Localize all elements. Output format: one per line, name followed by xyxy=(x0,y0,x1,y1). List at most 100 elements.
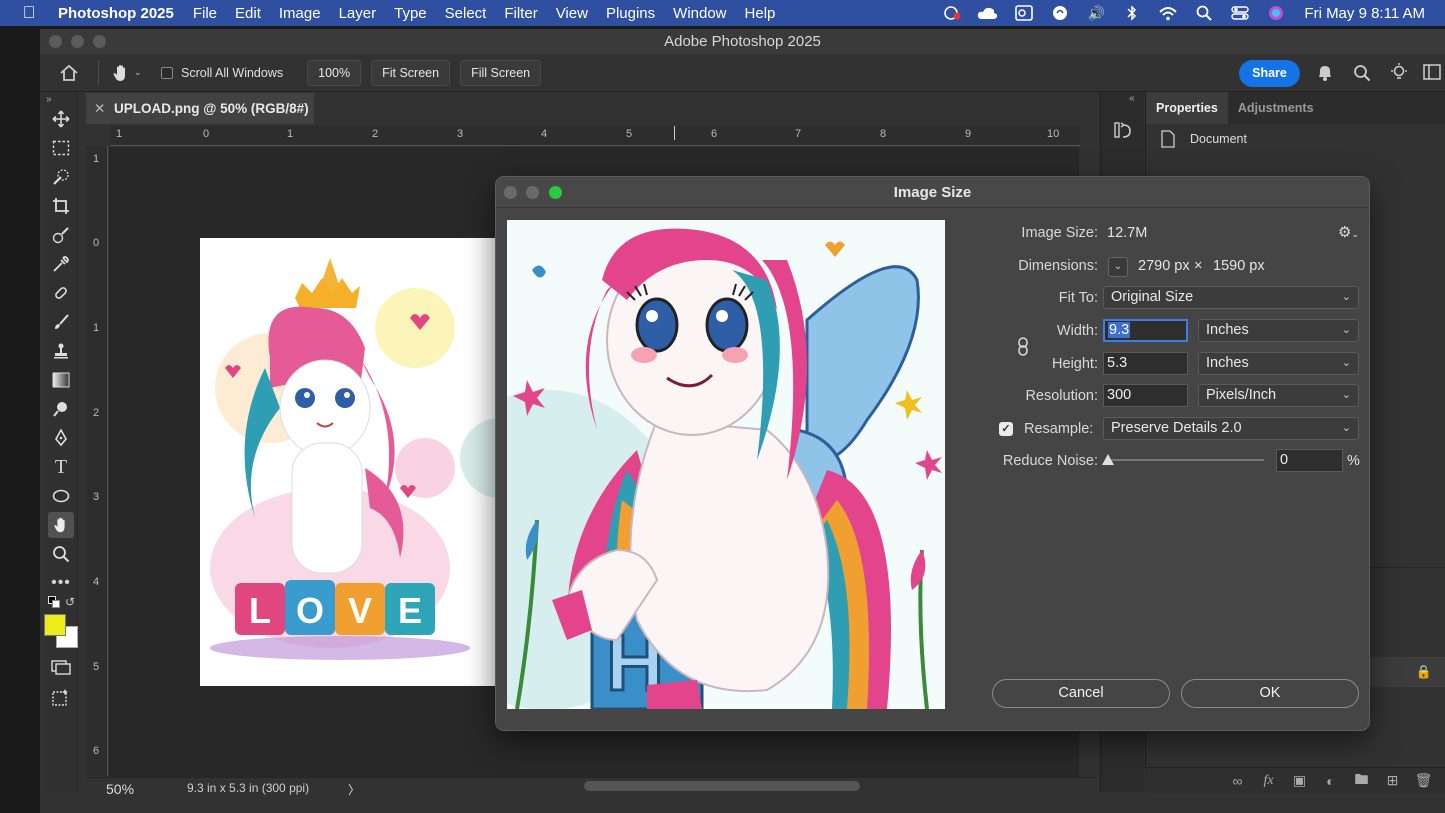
control-center-icon[interactable] xyxy=(1229,5,1251,21)
status-zoom[interactable]: 50% xyxy=(106,781,134,797)
marquee-tool-icon[interactable] xyxy=(48,135,74,161)
dodge-tool-icon[interactable] xyxy=(48,396,74,422)
dialog-close-button[interactable] xyxy=(504,186,517,199)
cancel-button[interactable]: Cancel xyxy=(992,679,1170,708)
spotlight-search-icon[interactable] xyxy=(1193,5,1215,21)
bell-icon[interactable] xyxy=(1316,63,1334,85)
clone-stamp-tool-icon[interactable] xyxy=(48,338,74,364)
type-tool-icon[interactable]: T xyxy=(48,454,74,480)
dimensions-units-dropdown[interactable]: ⌄ xyxy=(1108,257,1128,277)
sync-icon[interactable] xyxy=(1049,5,1071,21)
reduce-noise-input[interactable]: 0 xyxy=(1276,449,1343,472)
icloud-icon[interactable] xyxy=(977,5,999,21)
menu-window[interactable]: Window xyxy=(664,5,735,22)
window-zoom-button[interactable] xyxy=(93,35,106,48)
adjustment-layer-icon[interactable]: ◐ xyxy=(1315,773,1346,789)
default-colors-icon[interactable] xyxy=(48,596,60,608)
gradient-tool-icon[interactable] xyxy=(48,367,74,393)
more-tools-icon[interactable]: ••• xyxy=(48,570,74,596)
share-button[interactable]: Share xyxy=(1239,60,1300,87)
generative-fill-icon[interactable] xyxy=(48,684,74,710)
menu-help[interactable]: Help xyxy=(736,5,785,22)
reduce-noise-slider-thumb[interactable] xyxy=(1102,454,1114,465)
collapse-panels-icon[interactable]: « xyxy=(1129,93,1135,104)
zoom-tool-icon[interactable] xyxy=(48,541,74,567)
gear-icon[interactable]: ⚙⌄ xyxy=(1338,223,1359,241)
history-panel-icon[interactable] xyxy=(1113,120,1133,143)
outlook-icon[interactable] xyxy=(1013,5,1035,21)
new-group-icon[interactable]: 🖿 xyxy=(1346,769,1377,793)
constrain-proportions-link-icon[interactable] xyxy=(1016,337,1030,357)
close-document-icon[interactable]: ✕ xyxy=(94,93,105,124)
chevron-down-icon[interactable]: ⌄ xyxy=(134,67,142,78)
fill-screen-button[interactable]: Fill Screen xyxy=(460,59,542,86)
workspace-panel-icon[interactable] xyxy=(1423,64,1441,83)
width-unit-select[interactable]: Inches ⌄ xyxy=(1198,319,1359,342)
tab-properties[interactable]: Properties xyxy=(1146,92,1228,124)
hand-tool-icon[interactable] xyxy=(48,512,74,538)
horizontal-scrollbar[interactable] xyxy=(584,781,860,791)
new-layer-icon[interactable]: ⊞ xyxy=(1377,772,1408,789)
brush-tool-icon[interactable] xyxy=(48,309,74,335)
object-selection-tool-icon[interactable] xyxy=(48,222,74,248)
reduce-noise-slider-track[interactable] xyxy=(1108,459,1264,461)
fx-icon[interactable]: fx xyxy=(1253,773,1284,789)
menu-app-name[interactable]: Photoshop 2025 xyxy=(58,5,184,22)
hand-tool-preset-icon[interactable]: ⌄ xyxy=(111,63,151,83)
tab-adjustments[interactable]: Adjustments xyxy=(1228,92,1324,124)
bluetooth-icon[interactable] xyxy=(1121,5,1143,21)
image-preview[interactable]: H xyxy=(507,220,945,709)
link-layers-icon[interactable]: ∞ xyxy=(1222,773,1253,789)
dialog-minimize-button[interactable] xyxy=(526,186,539,199)
menu-file[interactable]: File xyxy=(184,5,226,22)
resolution-input[interactable]: 300 xyxy=(1103,384,1188,407)
creative-cloud-icon[interactable] xyxy=(941,5,963,21)
width-input[interactable]: 9.3 xyxy=(1103,319,1188,342)
screen-mode-icon[interactable] xyxy=(48,654,74,680)
expand-panel-icon[interactable]: » xyxy=(46,94,52,105)
eyedropper-tool-icon[interactable] xyxy=(48,251,74,277)
menu-clock[interactable]: Fri May 9 8:11 AM xyxy=(1294,5,1445,22)
fit-to-select[interactable]: Original Size ⌄ xyxy=(1103,286,1359,309)
move-tool-icon[interactable] xyxy=(48,106,74,132)
apple-icon[interactable]:  xyxy=(0,3,58,23)
swap-colors-icon[interactable]: ↺ xyxy=(65,595,75,609)
home-icon[interactable] xyxy=(40,64,98,82)
menu-layer[interactable]: Layer xyxy=(330,5,386,22)
healing-brush-tool-icon[interactable] xyxy=(48,280,74,306)
wifi-icon[interactable] xyxy=(1157,5,1179,21)
siri-icon[interactable] xyxy=(1265,5,1287,21)
search-icon[interactable] xyxy=(1353,64,1371,85)
ok-button[interactable]: OK xyxy=(1181,679,1359,708)
foreground-color-swatch[interactable] xyxy=(44,614,66,636)
ellipse-tool-icon[interactable] xyxy=(48,483,74,509)
crop-tool-icon[interactable] xyxy=(48,193,74,219)
menu-type[interactable]: Type xyxy=(385,5,436,22)
pen-tool-icon[interactable] xyxy=(48,425,74,451)
zoom-100-button[interactable]: 100% xyxy=(307,59,362,86)
status-menu-chevron-icon[interactable]: 〉 xyxy=(348,781,360,798)
menu-image[interactable]: Image xyxy=(270,5,330,22)
menu-select[interactable]: Select xyxy=(436,5,496,22)
resample-method-select[interactable]: Preserve Details 2.0 ⌄ xyxy=(1103,417,1359,440)
discover-lightbulb-icon[interactable] xyxy=(1389,62,1409,85)
delete-layer-icon[interactable]: 🗑 xyxy=(1408,772,1439,789)
volume-icon[interactable]: 🔊 xyxy=(1085,5,1107,21)
resample-checkbox[interactable]: ✓ xyxy=(999,422,1013,436)
height-input[interactable]: 5.3 xyxy=(1103,352,1188,375)
menu-filter[interactable]: Filter xyxy=(495,5,546,22)
height-unit-select[interactable]: Inches ⌄ xyxy=(1198,352,1359,375)
menu-view[interactable]: View xyxy=(547,5,597,22)
fit-screen-button[interactable]: Fit Screen xyxy=(371,59,451,86)
document-tab[interactable]: ✕ UPLOAD.png @ 50% (RGB/8#) xyxy=(86,93,314,124)
window-close-button[interactable] xyxy=(49,35,62,48)
resolution-unit-select[interactable]: Pixels/Inch ⌄ xyxy=(1198,384,1359,407)
add-mask-icon[interactable]: ▣ xyxy=(1284,772,1315,789)
menu-edit[interactable]: Edit xyxy=(226,5,270,22)
window-minimize-button[interactable] xyxy=(71,35,84,48)
menu-plugins[interactable]: Plugins xyxy=(597,5,664,22)
scroll-all-windows-option[interactable]: Scroll All Windows xyxy=(161,66,283,80)
scroll-all-checkbox[interactable] xyxy=(161,66,173,79)
dialog-zoom-button[interactable] xyxy=(549,186,562,199)
quick-selection-tool-icon[interactable] xyxy=(48,164,74,190)
